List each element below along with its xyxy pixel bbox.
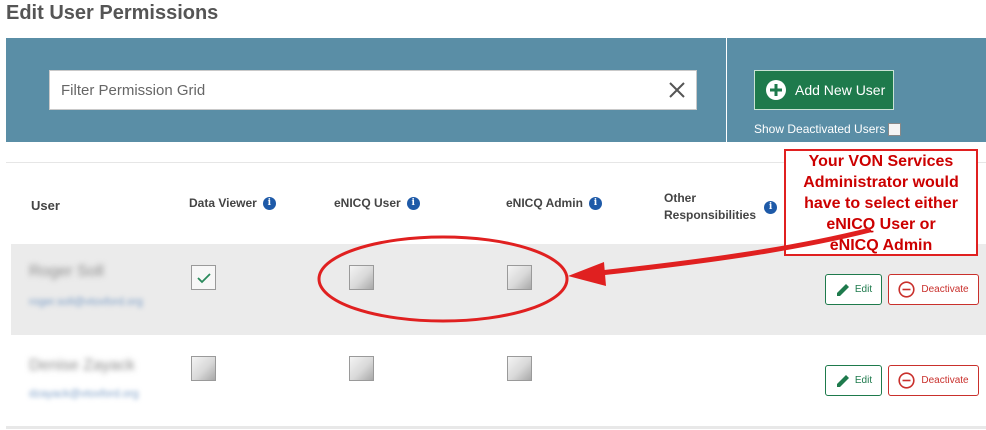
filter-permission-grid-input[interactable]	[50, 71, 660, 109]
show-deactivated-label: Show Deactivated Users	[754, 122, 886, 136]
edit-button[interactable]: Edit	[825, 365, 882, 396]
annotation-line: have to select either	[804, 195, 958, 212]
column-header-data-viewer: Data Viewer i	[189, 196, 276, 210]
table-bottom-divider	[6, 426, 986, 429]
user-email: dzayack@vtoxford.org	[29, 388, 139, 400]
column-header-enicq-admin: eNICQ Admin i	[506, 196, 602, 210]
data-viewer-checkbox[interactable]	[191, 265, 216, 290]
minus-circle-icon	[898, 372, 915, 389]
edit-button[interactable]: Edit	[825, 274, 882, 305]
annotation-line: eNICQ Admin	[829, 237, 933, 254]
edit-label: Edit	[854, 284, 873, 295]
column-header-other-responsibilities: Other Responsibilities i	[664, 190, 778, 224]
page-title: Edit User Permissions	[6, 2, 219, 24]
plus-circle-icon	[765, 79, 787, 101]
table-row: Denise Zayack dzayack@vtoxford.org Edit …	[11, 338, 986, 429]
show-deactivated-checkbox[interactable]	[888, 122, 902, 136]
minus-circle-icon	[898, 281, 915, 298]
table-row: Roger Soll roger.soll@vtoxford.org Edit …	[11, 244, 986, 335]
add-new-user-button[interactable]: Add New User	[754, 70, 894, 110]
edit-user-permissions-page: Edit User Permissions Add New User Show …	[0, 0, 986, 430]
info-icon[interactable]: i	[406, 196, 420, 210]
add-new-user-label: Add New User	[795, 82, 886, 98]
deactivate-label: Deactivate	[921, 375, 969, 386]
info-icon[interactable]: i	[262, 196, 276, 210]
column-header-enicq-user-label: eNICQ User	[334, 196, 401, 210]
info-icon[interactable]: i	[764, 200, 778, 214]
annotation-line: eNICQ User or	[826, 216, 936, 233]
filter-box	[49, 70, 697, 110]
enicq-user-checkbox[interactable]	[349, 265, 374, 290]
annotation-line: Your VON Services	[808, 153, 954, 170]
annotation-line: Administrator would	[803, 174, 959, 191]
column-header-other-line1: Other	[664, 191, 697, 205]
enicq-user-checkbox[interactable]	[349, 356, 374, 381]
column-header-user: User	[31, 198, 60, 213]
clear-filter-icon[interactable]	[666, 79, 688, 101]
enicq-admin-checkbox[interactable]	[507, 265, 532, 290]
show-deactivated-toggle: Show Deactivated Users	[754, 122, 902, 136]
info-icon[interactable]: i	[588, 196, 602, 210]
column-header-user-label: User	[31, 198, 60, 213]
column-header-other-label: Other Responsibilities	[664, 190, 756, 224]
edit-label: Edit	[854, 375, 873, 386]
annotation-callout: Your VON Services Administrator would ha…	[784, 149, 978, 256]
column-header-enicq-user: eNICQ User i	[334, 196, 420, 210]
deactivate-button[interactable]: Deactivate	[888, 274, 979, 305]
enicq-admin-checkbox[interactable]	[507, 356, 532, 381]
user-email: roger.soll@vtoxford.org	[29, 296, 143, 308]
deactivate-label: Deactivate	[921, 284, 969, 295]
column-header-data-viewer-label: Data Viewer	[189, 196, 257, 210]
pencil-icon	[836, 374, 849, 387]
pencil-icon	[836, 283, 849, 296]
data-viewer-checkbox[interactable]	[191, 356, 216, 381]
deactivate-button[interactable]: Deactivate	[888, 365, 979, 396]
column-header-enicq-admin-label: eNICQ Admin	[506, 196, 583, 210]
user-name: Denise Zayack	[29, 357, 135, 374]
column-header-other-line2: Responsibilities	[664, 208, 757, 222]
user-name: Roger Soll	[29, 263, 104, 280]
